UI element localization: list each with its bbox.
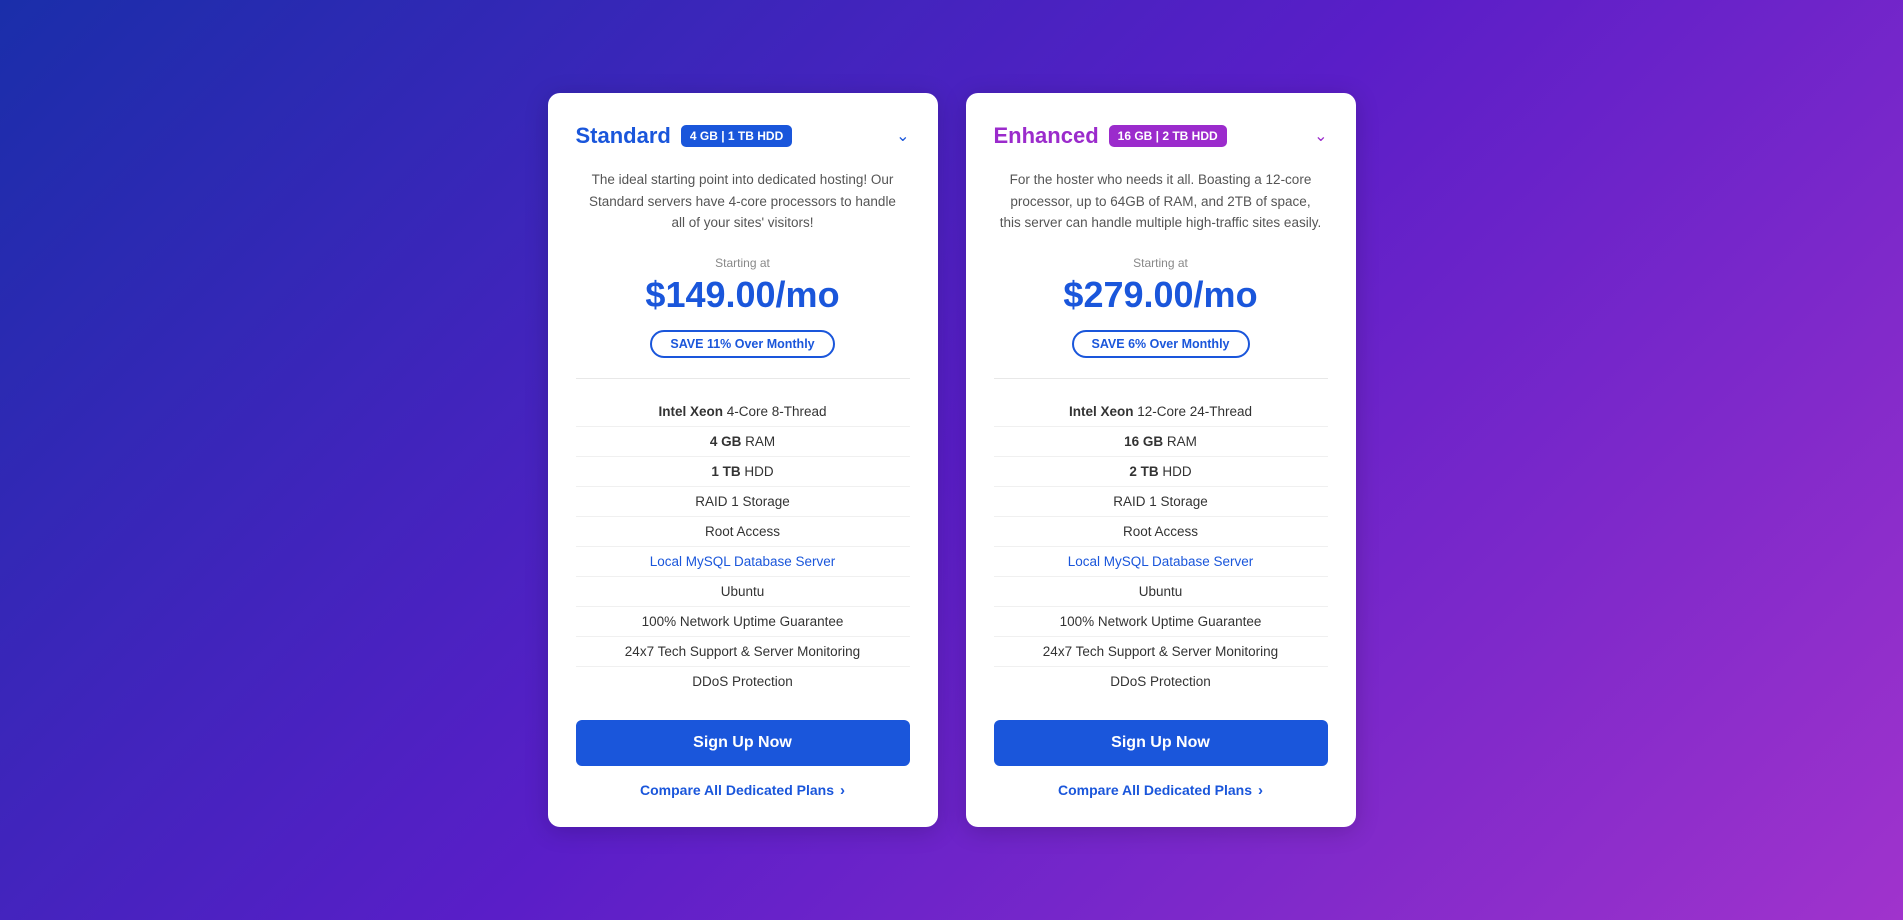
feature-item: RAID 1 Storage: [576, 487, 910, 517]
feature-list: Intel Xeon 12-Core 24-Thread 16 GB RAM 2…: [994, 397, 1328, 696]
compare-plans-link[interactable]: Compare All Dedicated Plans ›: [994, 782, 1328, 799]
divider: [994, 378, 1328, 379]
card-header: Enhanced 16 GB | 2 TB HDD ⌄: [994, 123, 1328, 149]
feature-item: Ubuntu: [994, 577, 1328, 607]
feature-item: 100% Network Uptime Guarantee: [994, 607, 1328, 637]
chevron-down-icon[interactable]: ⌄: [896, 126, 909, 146]
divider: [576, 378, 910, 379]
card-title: Enhanced: [994, 123, 1099, 149]
card-price: $149.00/mo: [576, 274, 910, 316]
arrow-right-icon: ›: [840, 782, 845, 799]
feature-item: 24x7 Tech Support & Server Monitoring: [576, 637, 910, 667]
compare-plans-link[interactable]: Compare All Dedicated Plans ›: [576, 782, 910, 799]
feature-item: 2 TB HDD: [994, 457, 1328, 487]
feature-item: Intel Xeon 12-Core 24-Thread: [994, 397, 1328, 427]
feature-item: Local MySQL Database Server: [994, 547, 1328, 577]
card-description: For the hoster who needs it all. Boastin…: [994, 169, 1328, 234]
pricing-card-enhanced: Enhanced 16 GB | 2 TB HDD ⌄ For the host…: [966, 93, 1356, 827]
card-title: Standard: [576, 123, 671, 149]
card-badge: 16 GB | 2 TB HDD: [1109, 125, 1227, 147]
arrow-right-icon: ›: [1258, 782, 1263, 799]
feature-item: 100% Network Uptime Guarantee: [576, 607, 910, 637]
card-price: $279.00/mo: [994, 274, 1328, 316]
card-title-group: Standard 4 GB | 1 TB HDD: [576, 123, 793, 149]
signup-button[interactable]: Sign Up Now: [576, 720, 910, 766]
card-title-group: Enhanced 16 GB | 2 TB HDD: [994, 123, 1227, 149]
starting-at-label: Starting at: [994, 256, 1328, 270]
card-header: Standard 4 GB | 1 TB HDD ⌄: [576, 123, 910, 149]
feature-item: 1 TB HDD: [576, 457, 910, 487]
feature-item: Root Access: [994, 517, 1328, 547]
save-badge: SAVE 6% Over Monthly: [1072, 330, 1250, 358]
save-badge: SAVE 11% Over Monthly: [650, 330, 834, 358]
card-description: The ideal starting point into dedicated …: [576, 169, 910, 234]
pricing-cards-container: Standard 4 GB | 1 TB HDD ⌄ The ideal sta…: [548, 93, 1356, 827]
starting-at-label: Starting at: [576, 256, 910, 270]
chevron-down-icon[interactable]: ⌄: [1314, 126, 1327, 146]
feature-item: 4 GB RAM: [576, 427, 910, 457]
pricing-card-standard: Standard 4 GB | 1 TB HDD ⌄ The ideal sta…: [548, 93, 938, 827]
feature-item: Intel Xeon 4-Core 8-Thread: [576, 397, 910, 427]
feature-item: Ubuntu: [576, 577, 910, 607]
feature-item: DDoS Protection: [994, 667, 1328, 696]
feature-item: Local MySQL Database Server: [576, 547, 910, 577]
compare-plans-label: Compare All Dedicated Plans: [640, 782, 834, 798]
feature-item: Root Access: [576, 517, 910, 547]
signup-button[interactable]: Sign Up Now: [994, 720, 1328, 766]
feature-item: 16 GB RAM: [994, 427, 1328, 457]
card-badge: 4 GB | 1 TB HDD: [681, 125, 792, 147]
feature-item: RAID 1 Storage: [994, 487, 1328, 517]
compare-plans-label: Compare All Dedicated Plans: [1058, 782, 1252, 798]
feature-list: Intel Xeon 4-Core 8-Thread 4 GB RAM 1 TB…: [576, 397, 910, 696]
feature-item: 24x7 Tech Support & Server Monitoring: [994, 637, 1328, 667]
feature-item: DDoS Protection: [576, 667, 910, 696]
